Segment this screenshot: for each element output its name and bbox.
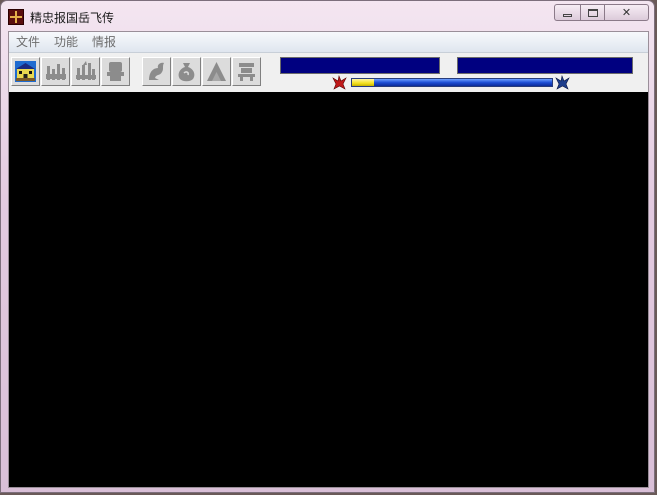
toolbar-button-mountain[interactable] — [202, 57, 231, 86]
menu-bar: 文件 功能 情报 — [9, 32, 648, 53]
beast-icon — [238, 63, 255, 81]
toolbar-button-bag[interactable] — [172, 57, 201, 86]
close-button[interactable]: ✕ — [605, 4, 649, 21]
minimize-icon — [563, 14, 572, 17]
app-icon[interactable] — [8, 9, 24, 25]
toolbar-button-march[interactable] — [71, 57, 100, 86]
menu-file[interactable]: 文件 — [9, 32, 47, 52]
maximize-icon — [587, 8, 598, 17]
balance-progress-fill — [352, 79, 374, 86]
caption-buttons: ✕ — [554, 4, 649, 21]
toolbar-button-dragon[interactable] — [142, 57, 171, 86]
menu-intel[interactable]: 情报 — [85, 32, 123, 52]
toolbar-button-castle[interactable] — [11, 57, 40, 86]
minimize-button[interactable] — [554, 4, 580, 21]
menu-function[interactable]: 功能 — [47, 32, 85, 52]
maximize-button[interactable] — [580, 4, 605, 21]
march-icon — [76, 61, 96, 80]
right-status-bar — [457, 57, 633, 74]
mountain-icon — [207, 62, 226, 81]
dragon-icon — [149, 62, 164, 80]
toolbar-button-scroll[interactable] — [101, 57, 130, 86]
left-status-bar — [280, 57, 440, 74]
castle-icon — [15, 61, 36, 82]
bag-icon — [178, 63, 195, 82]
title-bar[interactable]: 精忠报国岳飞传 ✕ — [1, 1, 654, 31]
toolbar-button-beast[interactable] — [232, 57, 261, 86]
window-title: 精忠报国岳飞传 — [30, 11, 115, 25]
toolbar — [9, 53, 648, 91]
game-canvas[interactable] — [9, 92, 648, 487]
balance-progress-track — [351, 78, 553, 87]
scroll-icon — [107, 62, 124, 81]
client-area: 文件 功能 情报 — [8, 31, 649, 488]
close-icon: ✕ — [621, 6, 632, 19]
app-window: 精忠报国岳飞传 ✕ 文件 功能 情报 — [0, 0, 655, 493]
toolbar-button-army[interactable] — [41, 57, 70, 86]
blue-eagle-flag-icon — [555, 75, 570, 90]
army-icon — [46, 64, 66, 80]
red-eagle-flag-icon — [332, 75, 347, 90]
